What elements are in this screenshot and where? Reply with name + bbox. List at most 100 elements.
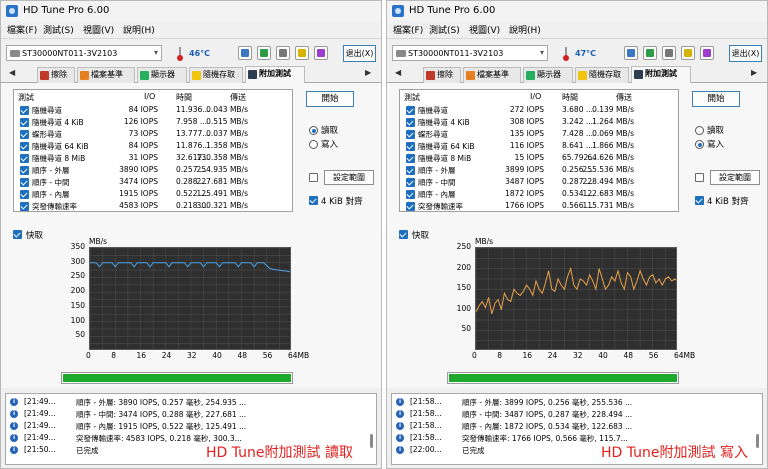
tab-2[interactable]: 顯示器 (137, 67, 187, 83)
table-row[interactable]: 隨機尋道 272 IOPS 3.680 ... 0.139 MB/s (400, 105, 678, 116)
table-row[interactable]: 隨機尋道 8 MiB 15 IOPS 65.792... 64.626 MB/s (400, 153, 678, 164)
table-row[interactable]: 突發傳輸速率 1766 IOPS 0.566 ... 115.731 MB/s (400, 201, 678, 212)
save-button[interactable] (681, 46, 695, 60)
table-row[interactable]: 順序 - 外層 3890 IOPS 0.257 ... 254.935 MB/s (14, 165, 292, 176)
x-tick-label: 0 (86, 351, 91, 360)
tab-label: 顯示器 (537, 70, 561, 79)
copy-info-icon (241, 49, 249, 57)
test-checkbox[interactable] (406, 118, 415, 127)
log-entry: i [21:49... 順序 - 中間: 3474 IOPS, 0.288 毫秒, … (6, 409, 376, 420)
table-row[interactable]: 蝶形尋道 73 IOPS 13.777... 0.037 MB/s (14, 129, 292, 140)
drive-select[interactable]: ST30000NT011-3V2103 ▾ (6, 45, 162, 61)
copy-info-button[interactable] (624, 46, 638, 60)
test-checkbox[interactable] (20, 130, 29, 139)
table-row[interactable]: 順序 - 內層 1872 IOPS 0.534 ... 122.683 MB/s (400, 189, 678, 200)
table-row[interactable]: 順序 - 中間 3487 IOPS 0.287 ... 228.494 MB/s (400, 177, 678, 188)
test-checkbox[interactable] (20, 142, 29, 151)
start-button[interactable]: 開始 (306, 91, 354, 107)
test-checkbox[interactable] (406, 142, 415, 151)
tab-scroll-right-icon[interactable]: ▶ (365, 68, 371, 77)
menu-item[interactable]: 視圖(V) (83, 23, 114, 36)
menu-item[interactable]: 測試(S) (429, 23, 460, 36)
test-checkbox[interactable] (20, 178, 29, 187)
table-row[interactable]: 隨機尋道 4 KiB 126 IOPS 7.958 ... 0.515 MB/s (14, 117, 292, 128)
tab-1[interactable]: 檔案基準 (77, 67, 135, 83)
table-row[interactable]: 順序 - 外層 3899 IOPS 0.256 ... 255.536 MB/s (400, 165, 678, 176)
app-icon (392, 5, 404, 17)
tab-0[interactable]: 擦除 (37, 67, 75, 83)
cell-speed: 255.536 MB/s (582, 165, 634, 174)
exit-button[interactable]: 退出(X) (343, 45, 376, 62)
table-row[interactable]: 順序 - 中間 3474 IOPS 0.288 ... 227.681 MB/s (14, 177, 292, 188)
download-button[interactable] (314, 46, 328, 60)
save-button[interactable] (295, 46, 309, 60)
write-radio[interactable] (309, 140, 318, 149)
menu-item[interactable]: 說明(H) (123, 23, 155, 36)
table-row[interactable]: 隨機尋道 64 KiB 116 IOPS 8.641 ... 1.866 MB/s (400, 141, 678, 152)
menu-item[interactable]: 檔案(F) (7, 23, 37, 36)
test-checkbox[interactable] (406, 106, 415, 115)
menu-item[interactable]: 檔案(F) (393, 23, 423, 36)
tab-4[interactable]: 附加測試 (245, 66, 305, 83)
camera-button[interactable] (662, 46, 676, 60)
read-radio[interactable] (695, 126, 704, 135)
tab-scroll-left-icon[interactable]: ◀ (395, 68, 401, 77)
scrollbar-thumb[interactable] (370, 434, 373, 448)
camera-button[interactable] (276, 46, 290, 60)
test-checkbox[interactable] (406, 190, 415, 199)
set-range-button[interactable]: 設定範圍 (710, 170, 760, 185)
header-speed: 傳送 (616, 93, 632, 102)
tab-3[interactable]: 隨機存取 (575, 67, 629, 83)
menu-item[interactable]: 測試(S) (43, 23, 74, 36)
tab-0[interactable]: 擦除 (423, 67, 461, 83)
copy-info-button[interactable] (238, 46, 252, 60)
table-row[interactable]: 突發傳輸速率 4583 IOPS 0.218 ... 300.321 MB/s (14, 201, 292, 212)
window-title: HD Tune Pro 6.00 (23, 5, 110, 16)
test-checkbox[interactable] (20, 118, 29, 127)
tab-2[interactable]: 顯示器 (523, 67, 573, 83)
fast-checkbox[interactable] (13, 230, 22, 239)
test-checkbox[interactable] (20, 106, 29, 115)
tab-label: 隨機存取 (589, 70, 621, 79)
read-radio[interactable] (309, 126, 318, 135)
align-checkbox[interactable] (695, 196, 704, 205)
align-checkbox[interactable] (309, 196, 318, 205)
tab-1[interactable]: 檔案基準 (463, 67, 521, 83)
test-checkbox[interactable] (406, 202, 415, 211)
test-checkbox[interactable] (406, 178, 415, 187)
test-checkbox[interactable] (406, 130, 415, 139)
test-checkbox[interactable] (20, 154, 29, 163)
table-row[interactable]: 隨機尋道 4 KiB 308 IOPS 3.242 ... 1.264 MB/s (400, 117, 678, 128)
menu-item[interactable]: 視圖(V) (469, 23, 500, 36)
table-row[interactable]: 隨機尋道 64 KiB 84 IOPS 11.876... 1.358 MB/s (14, 141, 292, 152)
y-tick-label: 200 (456, 262, 471, 272)
table-row[interactable]: 蝶形尋道 135 IOPS 7.428 ... 0.069 MB/s (400, 129, 678, 140)
scrollbar-thumb[interactable] (756, 434, 759, 448)
set-range-button[interactable]: 設定範圍 (324, 170, 374, 185)
tab-scroll-right-icon[interactable]: ▶ (751, 68, 757, 77)
range-checkbox[interactable] (695, 173, 704, 182)
tab-3[interactable]: 隨機存取 (189, 67, 243, 83)
copy-screen-button[interactable] (643, 46, 657, 60)
start-button[interactable]: 開始 (692, 91, 740, 107)
table-row[interactable]: 隨機尋道 8 MiB 31 IOPS 32.617... 130.358 MB/s (14, 153, 292, 164)
table-row[interactable]: 順序 - 內層 1915 IOPS 0.522 ... 125.491 MB/s (14, 189, 292, 200)
write-radio[interactable] (695, 140, 704, 149)
tab-4[interactable]: 附加測試 (631, 66, 691, 83)
test-checkbox[interactable] (20, 190, 29, 199)
table-row[interactable]: 隨機尋道 84 IOPS 11.936... 0.043 MB/s (14, 105, 292, 116)
drive-select[interactable]: ST30000NT011-3V2103 ▾ (392, 45, 548, 61)
info-icon: i (396, 398, 404, 406)
test-checkbox[interactable] (20, 166, 29, 175)
copy-screen-button[interactable] (257, 46, 271, 60)
range-checkbox[interactable] (309, 173, 318, 182)
test-checkbox[interactable] (20, 202, 29, 211)
test-checkbox[interactable] (406, 166, 415, 175)
test-checkbox[interactable] (406, 154, 415, 163)
menu-item[interactable]: 說明(H) (509, 23, 541, 36)
x-tick-label: 32 (187, 351, 197, 360)
fast-checkbox[interactable] (399, 230, 408, 239)
tab-scroll-left-icon[interactable]: ◀ (9, 68, 15, 77)
exit-button[interactable]: 退出(X) (729, 45, 762, 62)
download-button[interactable] (700, 46, 714, 60)
